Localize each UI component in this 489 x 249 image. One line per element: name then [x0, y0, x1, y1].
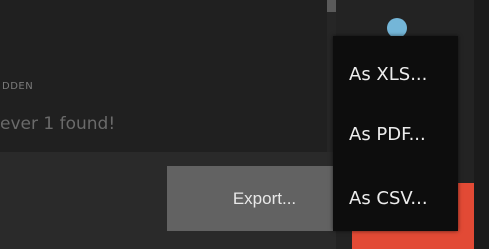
menu-item-as-pdf[interactable]: As PDF...	[333, 114, 458, 154]
hidden-label: DDEN	[2, 81, 34, 92]
results-found-text: ever 1 found!	[0, 114, 116, 134]
status-dot-icon	[387, 18, 407, 38]
export-button-label: Export...	[232, 188, 297, 208]
app-window: DDEN ever 1 found! Export... As XLS... A…	[0, 0, 489, 249]
menu-item-as-csv[interactable]: As CSV...	[333, 178, 458, 218]
menu-item-as-xls[interactable]: As XLS...	[333, 54, 458, 94]
results-panel: DDEN ever 1 found!	[0, 0, 336, 152]
export-menu: As XLS... As PDF... As CSV...	[333, 36, 458, 231]
right-edge-strip	[474, 0, 489, 249]
export-button[interactable]: Export...	[167, 166, 336, 231]
